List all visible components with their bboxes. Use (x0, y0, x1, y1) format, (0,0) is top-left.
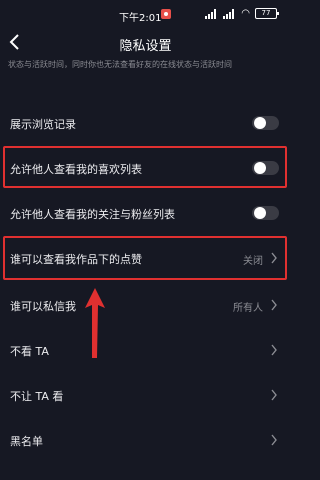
row-show-browse-history[interactable]: 展示浏览记录 (0, 103, 291, 143)
row-label: 展示浏览记录 (10, 118, 76, 131)
chevron-right-icon (271, 344, 277, 356)
row-label: 不看 TA (10, 345, 49, 358)
row-allow-view-follows[interactable]: 允许他人查看我的关注与粉丝列表 (0, 193, 291, 233)
wifi-icon: ◠ (241, 7, 250, 19)
row-label: 谁可以私信我 (10, 300, 76, 313)
row-label: 不让 TA 看 (10, 390, 64, 403)
row-blacklist[interactable]: 黑名单 (0, 420, 291, 460)
status-bar: 下午2:01 ◠ 77 (0, 0, 291, 30)
notification-badge-icon (161, 9, 171, 19)
row-not-see-ta[interactable]: 不看 TA (0, 330, 291, 370)
chevron-right-icon (271, 299, 277, 311)
page-title: 隐私设置 (119, 39, 172, 54)
status-time: 下午2:01 (119, 13, 162, 24)
toggle-knob (254, 207, 266, 219)
highlight-box-likes (3, 146, 287, 188)
status-icons: ◠ 77 (205, 7, 279, 19)
toggle-knob (254, 117, 266, 129)
chevron-right-icon (271, 389, 277, 401)
signal-icon (205, 8, 218, 19)
row-who-can-message[interactable]: 谁可以私信我 所有人 (0, 285, 291, 325)
signal-icon-2 (223, 8, 236, 19)
row-value: 所有人 (233, 303, 263, 314)
row-label: 黑名单 (10, 435, 43, 448)
toggle-switch[interactable] (252, 206, 279, 220)
red-arrow-annotation (85, 288, 105, 358)
battery-icon: 77 (255, 8, 279, 19)
toggle-switch[interactable] (252, 116, 279, 130)
highlight-box-who-can-see-likes (3, 236, 287, 280)
privacy-note: 状态与活跃时间，同时你也无法查看好友的在线状态与活跃时间 (8, 60, 232, 69)
chevron-right-icon (271, 434, 277, 446)
row-label: 允许他人查看我的关注与粉丝列表 (10, 208, 175, 221)
nav-header: 隐私设置 (0, 30, 291, 56)
row-not-let-ta-see[interactable]: 不让 TA 看 (0, 375, 291, 415)
